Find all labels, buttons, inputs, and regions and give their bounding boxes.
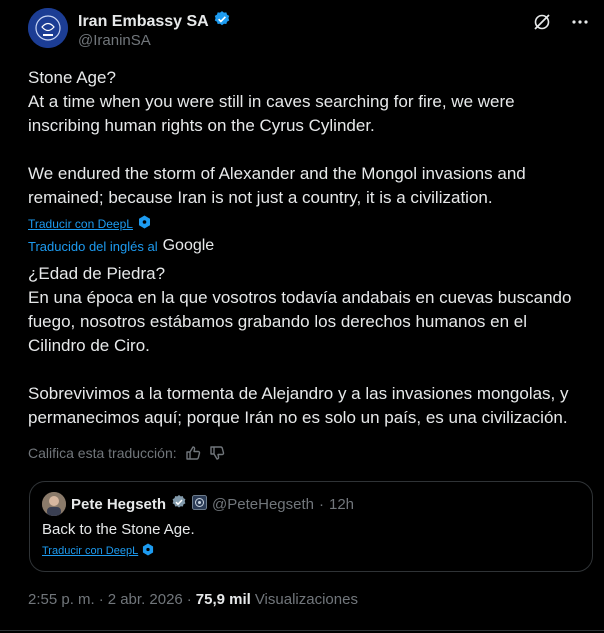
top-actions: [532, 12, 590, 32]
translated-by-prefix: Traducido del inglés al: [28, 238, 158, 254]
google-logo: Google: [162, 237, 215, 254]
avatar[interactable]: [28, 8, 68, 48]
deepl-icon: [138, 215, 151, 232]
quoted-header: Pete Hegseth @PeteHegseth · 12h: [71, 494, 354, 514]
embassy-emblem-icon: [28, 8, 68, 48]
views-count[interactable]: 75,9 mil: [196, 591, 251, 608]
verified-gray-badge-icon: [171, 494, 187, 514]
grok-icon[interactable]: [532, 12, 552, 32]
translate-link-label: Traducir con DeepL: [28, 216, 133, 231]
quoted-tweet-card[interactable]: Pete Hegseth @PeteHegseth · 12h Back to …: [29, 481, 593, 572]
quoted-display-name[interactable]: Pete Hegseth: [71, 496, 166, 513]
quoted-handle[interactable]: @PeteHegseth: [212, 496, 314, 513]
government-seal-icon: [192, 494, 207, 514]
author-display-name[interactable]: Iran Embassy SA: [78, 13, 209, 31]
rate-translation-row: Califica esta traducción:: [28, 445, 225, 461]
views-label: Visualizaciones: [254, 591, 358, 608]
quoted-translate-label: Traducir con DeepL: [42, 545, 139, 557]
author-handle[interactable]: @IraninSA: [78, 32, 151, 49]
translated-text: ¿Edad de Piedra? En una época en la que …: [28, 264, 572, 427]
verified-badge-icon: [213, 10, 231, 33]
rate-label: Califica esta traducción:: [28, 445, 177, 461]
author-name-row: Iran Embassy SA: [78, 10, 231, 33]
thumbs-up-icon[interactable]: [185, 445, 201, 461]
quoted-separator: ·: [319, 495, 324, 513]
quoted-time[interactable]: 12h: [329, 496, 354, 513]
divider: [0, 630, 604, 631]
translated-by-row: Traducido del inglés al Google: [28, 237, 214, 255]
meta-separator: ·: [98, 591, 104, 608]
tweet-meta-row: 2:55 p. m. · 2 abr. 2026 · 75,9 mil Visu…: [28, 591, 358, 608]
meta-separator: ·: [186, 591, 192, 608]
tweet-text: Stone Age? At a time when you were still…: [28, 68, 526, 207]
more-options-icon[interactable]: [570, 12, 590, 32]
quoted-translate-deepl-link[interactable]: Traducir con DeepL: [42, 543, 154, 559]
translate-deepl-link[interactable]: Traducir con DeepL: [28, 215, 151, 232]
quoted-avatar[interactable]: [42, 492, 66, 516]
deepl-icon: [142, 543, 154, 559]
thumbs-down-icon[interactable]: [209, 445, 225, 461]
quoted-text: Back to the Stone Age.: [42, 521, 195, 538]
tweet-date[interactable]: 2 abr. 2026: [108, 591, 183, 608]
tweet-time[interactable]: 2:55 p. m.: [28, 591, 95, 608]
